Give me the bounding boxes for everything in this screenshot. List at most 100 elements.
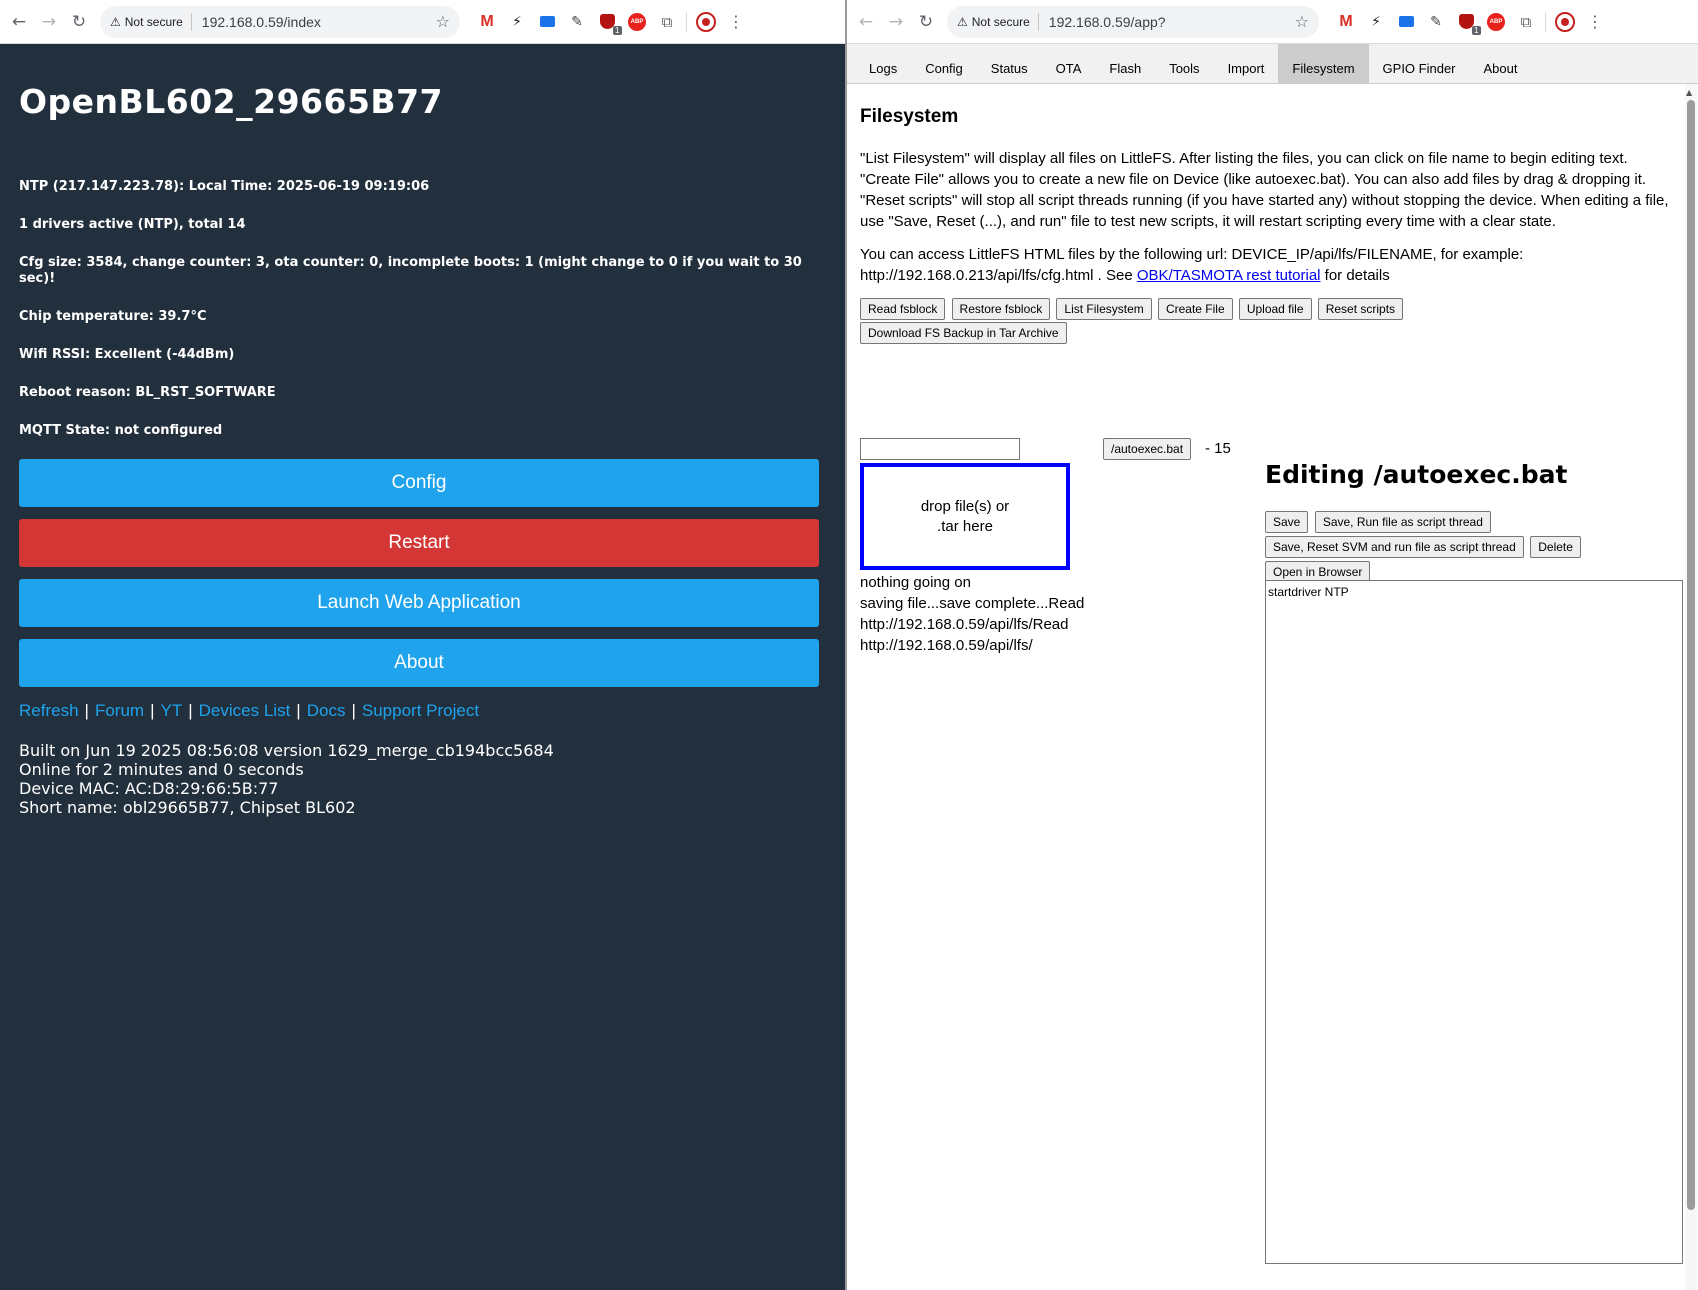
- tab-filesystem[interactable]: Filesystem: [1278, 44, 1369, 84]
- drivers-info: 1 drivers active (NTP), total 14: [19, 217, 246, 232]
- editor-buttons: Save Save, Run file as script thread Sav…: [1265, 511, 1665, 586]
- upload-file-button[interactable]: Upload file: [1238, 298, 1312, 320]
- read-fsblock-button[interactable]: Read fsblock: [860, 298, 946, 320]
- kebab-menu-icon[interactable]: ⋮: [721, 10, 751, 34]
- lightning-icon[interactable]: ⚡: [502, 10, 532, 34]
- ntp-info: NTP (217.147.223.78): Local Time: 2025-0…: [19, 179, 430, 194]
- url-text[interactable]: 192.168.0.59/app?: [1049, 14, 1295, 30]
- extension-badge: 1: [613, 26, 622, 35]
- restart-button[interactable]: Restart: [19, 519, 819, 567]
- devices-list-link[interactable]: Devices List: [199, 701, 291, 720]
- adblock-icon[interactable]: ABP: [1481, 10, 1511, 34]
- file-editor-textarea[interactable]: startdriver NTP: [1265, 580, 1683, 1264]
- reset-scripts-button[interactable]: Reset scripts: [1317, 298, 1404, 320]
- url-text[interactable]: 192.168.0.59/index: [202, 14, 436, 30]
- tab-about[interactable]: About: [1470, 44, 1532, 84]
- profile-icon[interactable]: [1550, 10, 1580, 34]
- drop-zone-line-1: drop file(s) or: [920, 497, 1010, 515]
- back-arrow-icon[interactable]: ←: [855, 11, 877, 33]
- short-name-line: Short name: obl29665B77, Chipset BL602: [19, 798, 356, 817]
- yt-link[interactable]: YT: [161, 701, 183, 720]
- reload-icon[interactable]: ↻: [915, 11, 937, 33]
- address-bar[interactable]: ⚠ Not secure 192.168.0.59/app? ☆: [947, 5, 1319, 38]
- list-filesystem-button[interactable]: List Filesystem: [1056, 298, 1152, 320]
- puzzle-icon[interactable]: ⧉: [1511, 10, 1541, 34]
- adblock-label: ABP: [628, 12, 646, 31]
- filesystem-description: "List Filesystem" will display all files…: [860, 150, 1669, 230]
- adblock-icon[interactable]: ABP: [622, 10, 652, 34]
- filesystem-panel: Filesystem "List Filesystem" will displa…: [860, 106, 1680, 346]
- save-button[interactable]: Save: [1265, 511, 1309, 533]
- uptime-line: Online for 2 minutes and 0 seconds: [19, 760, 304, 779]
- not-secure-label[interactable]: Not secure: [125, 15, 183, 29]
- forum-link[interactable]: Forum: [95, 701, 144, 720]
- gmail-icon[interactable]: M: [472, 10, 502, 34]
- toolbar-separator: [1545, 11, 1546, 32]
- tab-flash[interactable]: Flash: [1095, 44, 1155, 84]
- filesystem-heading: Filesystem: [860, 106, 959, 127]
- not-secure-label[interactable]: Not secure: [972, 15, 1030, 29]
- bookmark-star-icon[interactable]: ☆: [1295, 12, 1309, 31]
- tab-tools[interactable]: Tools: [1155, 44, 1213, 84]
- drop-zone[interactable]: drop file(s) or .tar here: [860, 463, 1070, 570]
- gmail-icon[interactable]: M: [1331, 10, 1361, 34]
- littlefs-url-description: You can access LittleFS HTML files by th…: [860, 244, 1675, 286]
- tab-logs[interactable]: Logs: [855, 44, 911, 84]
- tab-gpio-finder[interactable]: GPIO Finder: [1369, 44, 1470, 84]
- save-reset-run-button[interactable]: Save, Reset SVM and run file as script t…: [1265, 536, 1524, 558]
- config-button[interactable]: Config: [19, 459, 819, 507]
- kebab-menu-icon[interactable]: ⋮: [1580, 10, 1610, 34]
- wifi-rssi-info: Wifi RSSI: Excellent (-44dBm): [19, 347, 235, 362]
- back-arrow-icon[interactable]: ←: [8, 11, 30, 33]
- address-bar[interactable]: ⚠ Not secure 192.168.0.59/index ☆: [100, 5, 460, 38]
- filesystem-buttons: Read fsblock Restore fsblock List Filesy…: [860, 298, 1460, 346]
- delete-button[interactable]: Delete: [1530, 536, 1581, 558]
- lightning-icon[interactable]: ⚡: [1361, 10, 1391, 34]
- link-separator: |: [150, 701, 155, 720]
- cfg-info: Cfg size: 3584, change counter: 3, ota c…: [19, 255, 802, 286]
- support-project-link[interactable]: Support Project: [362, 701, 479, 720]
- about-button[interactable]: About: [19, 639, 819, 687]
- toolbar-separator: [686, 11, 687, 32]
- footer-links: Refresh | Forum | YT | Devices List | Docs | Suppo…: [19, 701, 826, 721]
- tab-import[interactable]: Import: [1214, 44, 1279, 84]
- reload-icon[interactable]: ↻: [68, 11, 90, 33]
- create-file-button[interactable]: Create File: [1157, 298, 1233, 320]
- launch-web-app-button[interactable]: Launch Web Application: [19, 579, 819, 627]
- tab-config[interactable]: Config: [911, 44, 977, 84]
- file-name-input[interactable]: [860, 438, 1020, 460]
- app-tabs: Logs Config Status OTA Flash Tools Impor…: [847, 44, 1698, 84]
- feather-icon[interactable]: ✎: [1421, 10, 1451, 34]
- refresh-link[interactable]: Refresh: [19, 701, 79, 720]
- mac-line: Device MAC: AC:D8:29:66:5B:77: [19, 779, 279, 798]
- restore-fsblock-button[interactable]: Restore fsblock: [951, 298, 1051, 320]
- left-browser-window: ← → ↻ ⚠ Not secure 192.168.0.59/index ☆ …: [0, 0, 845, 1290]
- build-line: Built on Jun 19 2025 08:56:08 version 16…: [19, 741, 554, 760]
- download-fs-backup-button[interactable]: Download FS Backup in Tar Archive: [860, 322, 1067, 344]
- forward-arrow-icon[interactable]: →: [885, 11, 907, 33]
- warning-triangle-icon: ⚠: [110, 14, 121, 29]
- status-line: saving file...save complete...Read: [860, 595, 1085, 612]
- blue-box-icon[interactable]: [1391, 10, 1421, 34]
- reboot-reason-info: Reboot reason: BL_RST_SOFTWARE: [19, 385, 276, 400]
- shield-extension-icon[interactable]: 1: [592, 10, 622, 35]
- adblock-label: ABP: [1487, 12, 1505, 31]
- save-run-button[interactable]: Save, Run file as script thread: [1314, 511, 1491, 533]
- status-line: http://192.168.0.59/api/lfs/: [860, 637, 1033, 654]
- docs-link[interactable]: Docs: [307, 701, 346, 720]
- profile-icon[interactable]: [691, 10, 721, 34]
- tab-ota[interactable]: OTA: [1042, 44, 1096, 84]
- forward-arrow-icon[interactable]: →: [38, 11, 60, 33]
- shield-extension-icon[interactable]: 1: [1451, 10, 1481, 35]
- puzzle-icon[interactable]: ⧉: [652, 10, 682, 34]
- rest-tutorial-link[interactable]: OBK/TASMOTA rest tutorial: [1137, 267, 1321, 284]
- feather-icon[interactable]: ✎: [562, 10, 592, 34]
- link-separator: |: [296, 701, 301, 720]
- file-entry-button[interactable]: /autoexec.bat: [1103, 438, 1192, 460]
- blue-box-icon[interactable]: [532, 10, 562, 34]
- right-browser-toolbar: ← → ↻ ⚠ Not secure 192.168.0.59/app? ☆ M…: [847, 0, 1698, 44]
- tab-status[interactable]: Status: [977, 44, 1042, 84]
- scrollbar-thumb[interactable]: [1687, 100, 1695, 1210]
- scroll-up-arrow-icon[interactable]: ▲: [1686, 88, 1692, 97]
- bookmark-star-icon[interactable]: ☆: [436, 12, 450, 31]
